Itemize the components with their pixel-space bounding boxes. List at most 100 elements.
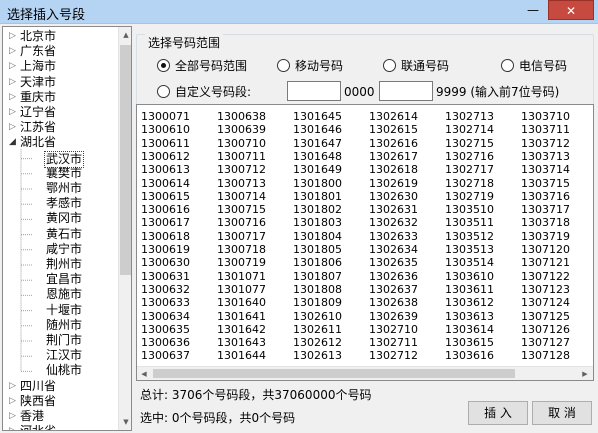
number-segment-item[interactable]: 1307127 <box>521 336 570 349</box>
tree-item[interactable]: 黄石市 <box>3 227 115 242</box>
number-segment-item[interactable]: 1307121 <box>521 256 570 269</box>
collapsed-arrow-icon[interactable]: ▷ <box>9 409 18 424</box>
tree-item[interactable]: 恩施市 <box>3 287 115 302</box>
scroll-down-icon[interactable]: ▼ <box>119 414 131 430</box>
number-segment-item[interactable]: 1302711 <box>369 336 418 349</box>
number-segment-item[interactable]: 1303712 <box>521 137 570 150</box>
number-segment-item[interactable]: 1303510 <box>445 203 494 216</box>
tree-item[interactable]: ▷河北省 <box>3 424 115 430</box>
number-segment-item[interactable]: 1300615 <box>141 190 190 203</box>
number-segment-item[interactable]: 1302611 <box>293 323 342 336</box>
radio-custom-range[interactable]: 自定义号码段: <box>157 85 251 99</box>
number-segment-item[interactable]: 1302617 <box>369 150 418 163</box>
tree-item[interactable]: ▷ 陕西省 <box>3 394 115 409</box>
tree-item[interactable]: ▷ 四川省 <box>3 379 115 394</box>
scroll-thumb[interactable] <box>120 45 131 275</box>
number-segment-item[interactable]: 1303511 <box>445 216 494 229</box>
tree-item[interactable]: ▷ 上海市 <box>3 59 115 74</box>
number-segment-item[interactable]: 1300610 <box>141 123 190 136</box>
number-segment-item[interactable]: 1302610 <box>293 310 342 323</box>
number-segment-item[interactable]: 1302715 <box>445 137 494 150</box>
number-segment-item[interactable]: 1300616 <box>141 203 190 216</box>
collapsed-arrow-icon[interactable]: ▷ <box>9 394 18 409</box>
radio-unicom[interactable]: 联通号码 <box>383 59 449 73</box>
tree-item[interactable]: ▷ 广东省 <box>3 44 115 59</box>
number-segment-item[interactable]: 1302613 <box>293 349 342 362</box>
number-segment-item[interactable]: 1300613 <box>141 163 190 176</box>
number-segment-item[interactable]: 1303713 <box>521 150 570 163</box>
number-segment-item[interactable]: 1300717 <box>217 230 266 243</box>
number-segment-item[interactable]: 1302712 <box>369 349 418 362</box>
number-segment-item[interactable]: 1307122 <box>521 270 570 283</box>
list-horizontal-scrollbar[interactable]: ◀ ▶ <box>137 366 593 380</box>
number-segment-item[interactable]: 1300614 <box>141 177 190 190</box>
number-segment-item[interactable]: 1307123 <box>521 283 570 296</box>
number-segment-item[interactable]: 1300713 <box>217 177 266 190</box>
number-segment-item[interactable]: 1301642 <box>217 323 266 336</box>
number-segment-item[interactable]: 1301077 <box>217 283 266 296</box>
tree-item[interactable]: 江汉市 <box>3 348 115 363</box>
number-segment-item[interactable]: 1303718 <box>521 216 570 229</box>
number-segment-item[interactable]: 1302614 <box>369 110 418 123</box>
number-segment-item[interactable]: 1301801 <box>293 190 342 203</box>
number-segment-item[interactable]: 1302639 <box>369 310 418 323</box>
number-segment-item[interactable]: 1307126 <box>521 323 570 336</box>
number-segment-item[interactable]: 1300718 <box>217 243 266 256</box>
tree-item[interactable]: 武汉市 <box>3 150 115 168</box>
number-segment-item[interactable]: 1301648 <box>293 150 342 163</box>
tree-item[interactable]: 仙桃市 <box>3 363 115 378</box>
number-segment-item[interactable]: 1300635 <box>141 323 190 336</box>
number-segment-item[interactable]: 1302714 <box>445 123 494 136</box>
number-segment-item[interactable]: 1303611 <box>445 283 494 296</box>
tree-item[interactable]: 鄂州市 <box>3 181 115 196</box>
number-segment-item[interactable]: 1301641 <box>217 310 266 323</box>
number-segment-item[interactable]: 1301809 <box>293 296 342 309</box>
number-segment-item[interactable]: 1302618 <box>369 163 418 176</box>
number-segment-item[interactable]: 1301649 <box>293 163 342 176</box>
tree-item[interactable]: 孝感市 <box>3 196 115 211</box>
scroll-up-icon[interactable]: ▲ <box>119 27 131 43</box>
number-segment-item[interactable]: 1300611 <box>141 137 190 150</box>
number-segment-item[interactable]: 1301805 <box>293 243 342 256</box>
tree-item[interactable]: ◢ 湖北省 <box>3 135 115 150</box>
number-segment-item[interactable]: 1300630 <box>141 256 190 269</box>
number-segment-item[interactable]: 1300715 <box>217 203 266 216</box>
tree-item[interactable]: 随州市 <box>3 318 115 333</box>
number-segment-item[interactable]: 1303714 <box>521 163 570 176</box>
number-segment-item[interactable]: 1303717 <box>521 203 570 216</box>
number-segment-item[interactable]: 1301643 <box>217 336 266 349</box>
tree-item[interactable]: 荆州市 <box>3 257 115 272</box>
number-segment-item[interactable]: 1301803 <box>293 216 342 229</box>
tree-item[interactable]: 咸宁市 <box>3 242 115 257</box>
number-segment-item[interactable]: 1301647 <box>293 137 342 150</box>
number-segment-item[interactable]: 1300631 <box>141 270 190 283</box>
number-segment-item[interactable]: 1301645 <box>293 110 342 123</box>
number-segment-item[interactable]: 1301807 <box>293 270 342 283</box>
number-segment-item[interactable]: 1303710 <box>521 110 570 123</box>
number-segment-item[interactable]: 1301806 <box>293 256 342 269</box>
number-segment-item[interactable]: 1307125 <box>521 310 570 323</box>
close-button[interactable]: ✕ <box>548 0 594 20</box>
region-tree[interactable]: ▷ 北京市 ▷ 广东省 ▷ 上海市 ▷ 天津市 ▷ 重庆市 ▷ 辽宁省 ▷ 江苏省 ◢ 湖北省 武汉市 襄樊市 鄂州… <box>2 26 132 431</box>
insert-button[interactable]: 插 入 <box>468 401 528 425</box>
tree-item[interactable]: 十堰市 <box>3 303 115 318</box>
number-segment-item[interactable]: 1302616 <box>369 137 418 150</box>
number-segment-list[interactable]: 1300071 1300610 1300611 1300612 1300613 13006… <box>136 104 594 381</box>
collapsed-arrow-icon[interactable]: ▷ <box>9 75 18 90</box>
number-segment-item[interactable]: 1300632 <box>141 283 190 296</box>
number-segment-item[interactable]: 1302716 <box>445 150 494 163</box>
scroll-right-icon[interactable]: ▶ <box>579 366 591 380</box>
number-segment-item[interactable]: 1307124 <box>521 296 570 309</box>
number-segment-item[interactable]: 1300071 <box>141 110 190 123</box>
number-segment-item[interactable]: 1302615 <box>369 123 418 136</box>
number-segment-item[interactable]: 1307128 <box>521 349 570 362</box>
number-segment-item[interactable]: 1302713 <box>445 110 494 123</box>
number-segment-item[interactable]: 1301640 <box>217 296 266 309</box>
range-start-input[interactable] <box>287 81 341 101</box>
tree-item[interactable]: ▷ 香港 <box>3 409 115 424</box>
number-segment-item[interactable]: 1302719 <box>445 190 494 203</box>
number-segment-item[interactable]: 1303612 <box>445 296 494 309</box>
number-segment-item[interactable]: 1300716 <box>217 216 266 229</box>
number-segment-item[interactable]: 1300638 <box>217 110 266 123</box>
number-segment-item[interactable]: 1301800 <box>293 177 342 190</box>
